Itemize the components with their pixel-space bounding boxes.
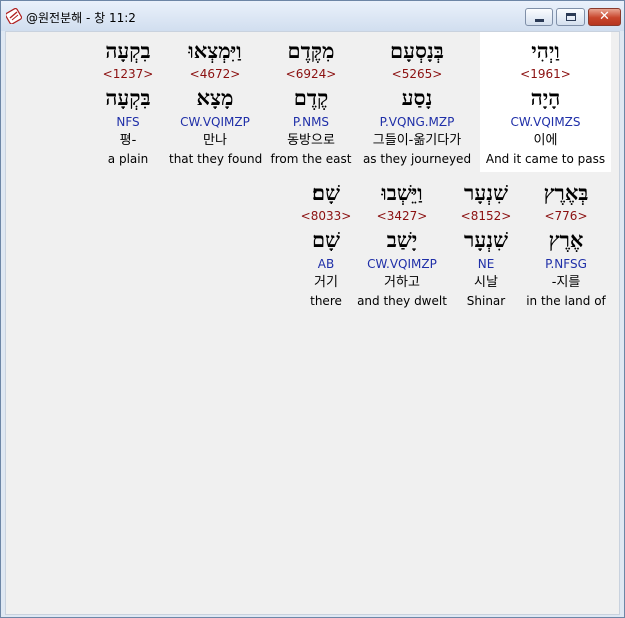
- korean-gloss: 거기: [314, 275, 338, 290]
- word-column[interactable]: שִׁנְעָר <8152> שִׁנְעָר NE 시날 Shinar: [450, 174, 522, 314]
- app-icon: [6, 8, 22, 24]
- lemma-word: הָיָה: [530, 85, 561, 110]
- korean-gloss: 평-: [119, 133, 137, 148]
- strongs-number[interactable]: <1961>: [480, 67, 611, 81]
- hebrew-word: בְּאֶרֶץ: [543, 180, 589, 205]
- hebrew-word: בְּנָסְעָם: [390, 38, 444, 63]
- lemma-word: שִׁנְעָר: [464, 227, 508, 252]
- lemma-word: שָׁם: [312, 227, 340, 252]
- word-column[interactable]: בִקְעָה <1237> בִּקְעָה NFS 평- a plain: [92, 32, 164, 172]
- korean-gloss: 거하고: [384, 275, 420, 290]
- maximize-button[interactable]: [556, 8, 585, 26]
- hebrew-word: שָׁם׃: [312, 180, 340, 205]
- english-gloss: and they dwelt: [357, 294, 447, 308]
- strongs-number[interactable]: <776>: [521, 209, 611, 223]
- english-gloss: Shinar: [466, 294, 506, 308]
- korean-gloss: 시날: [474, 275, 498, 290]
- morphology-code: CW.VQIMZP: [180, 115, 250, 129]
- english-gloss: as they journeyed: [362, 152, 472, 166]
- english-gloss: from the east: [270, 152, 352, 166]
- close-icon: ✕: [599, 9, 610, 24]
- english-gloss: there: [310, 294, 342, 308]
- lemma-word: קֶדֶם: [293, 85, 329, 110]
- close-button[interactable]: ✕: [588, 8, 621, 26]
- hebrew-word: שִׁנְעָר: [464, 180, 508, 205]
- english-gloss: that they found: [169, 152, 263, 166]
- hebrew-word: מִקֶּדֶם: [287, 38, 335, 63]
- minimize-icon: [535, 19, 544, 22]
- lemma-word: בִּקְעָה: [105, 85, 151, 110]
- korean-gloss: 동방으로: [287, 133, 335, 148]
- lemma-word: מָצָא: [196, 85, 234, 110]
- hebrew-word: וַיְהִי: [531, 38, 560, 63]
- morphology-code: P.NFSG: [545, 257, 587, 271]
- morphology-code: NFS: [116, 115, 140, 129]
- minimize-button[interactable]: [525, 8, 553, 26]
- morphology-code: P.NMS: [292, 115, 330, 129]
- english-gloss: a plain: [107, 152, 149, 166]
- title-bar[interactable]: @원전분해 - 창 11:2 ✕: [1, 1, 624, 31]
- word-column[interactable]: בְּנָסְעָם <5265> נָסַע P.VQNG.MZP 그들이-옮…: [360, 32, 474, 172]
- hebrew-word: וַיִּמְצְאוּ: [188, 38, 242, 63]
- lemma-word: אֶרֶץ: [548, 227, 584, 252]
- morphology-code: CW.VQIMZS: [510, 115, 581, 129]
- word-column[interactable]: וַיְהִי <1961> הָיָה CW.VQIMZS 이에 And it…: [480, 32, 611, 172]
- lemma-word: יָשַׁב: [386, 227, 418, 252]
- morphology-code: P.VQNG.MZP: [379, 115, 455, 129]
- word-column[interactable]: שָׁם׃ <8033> שָׁם AB 거기 there: [296, 174, 356, 314]
- korean-gloss: 그들이-옮기다가: [372, 133, 462, 148]
- strongs-number[interactable]: <6924>: [265, 67, 357, 81]
- word-column[interactable]: וַיֵּשְׁבוּ <3427> יָשַׁב CW.VQIMZP 거하고 …: [356, 174, 448, 314]
- english-gloss: And it came to pass: [485, 152, 606, 166]
- interlinear-pane: וַיְהִי <1961> הָיָה CW.VQIMZS 이에 And it…: [5, 31, 620, 615]
- morphology-code: AB: [317, 257, 335, 271]
- word-column[interactable]: בְּאֶרֶץ <776> אֶרֶץ P.NFSG -지를 in the l…: [521, 174, 611, 314]
- morphology-code: CW.VQIMZP: [367, 257, 437, 271]
- morphology-code: NE: [477, 257, 495, 271]
- strongs-number[interactable]: <4672>: [169, 67, 261, 81]
- word-column[interactable]: מִקֶּדֶם <6924> קֶדֶם P.NMS 동방으로 from th…: [265, 32, 357, 172]
- korean-gloss: 이에: [533, 133, 558, 148]
- window-title: @원전분해 - 창 11:2: [26, 11, 136, 25]
- hebrew-word: בִקְעָה: [105, 38, 151, 63]
- strongs-number[interactable]: <5265>: [360, 67, 474, 81]
- korean-gloss: -지를: [551, 275, 581, 290]
- maximize-icon: [566, 13, 576, 21]
- strongs-number[interactable]: <8152>: [450, 209, 522, 223]
- strongs-number[interactable]: <1237>: [92, 67, 164, 81]
- app-window: @원전분해 - 창 11:2 ✕ וַיְהִי <1961> הָיָה CW…: [0, 0, 625, 618]
- english-gloss: in the land of: [526, 294, 606, 308]
- strongs-number[interactable]: <8033>: [296, 209, 356, 223]
- word-column[interactable]: וַיִּמְצְאוּ <4672> מָצָא CW.VQIMZP 만나 t…: [169, 32, 263, 172]
- hebrew-word: וַיֵּשְׁבוּ: [381, 180, 423, 205]
- lemma-word: נָסַע: [401, 85, 433, 110]
- korean-gloss: 만나: [203, 133, 227, 148]
- strongs-number[interactable]: <3427>: [356, 209, 448, 223]
